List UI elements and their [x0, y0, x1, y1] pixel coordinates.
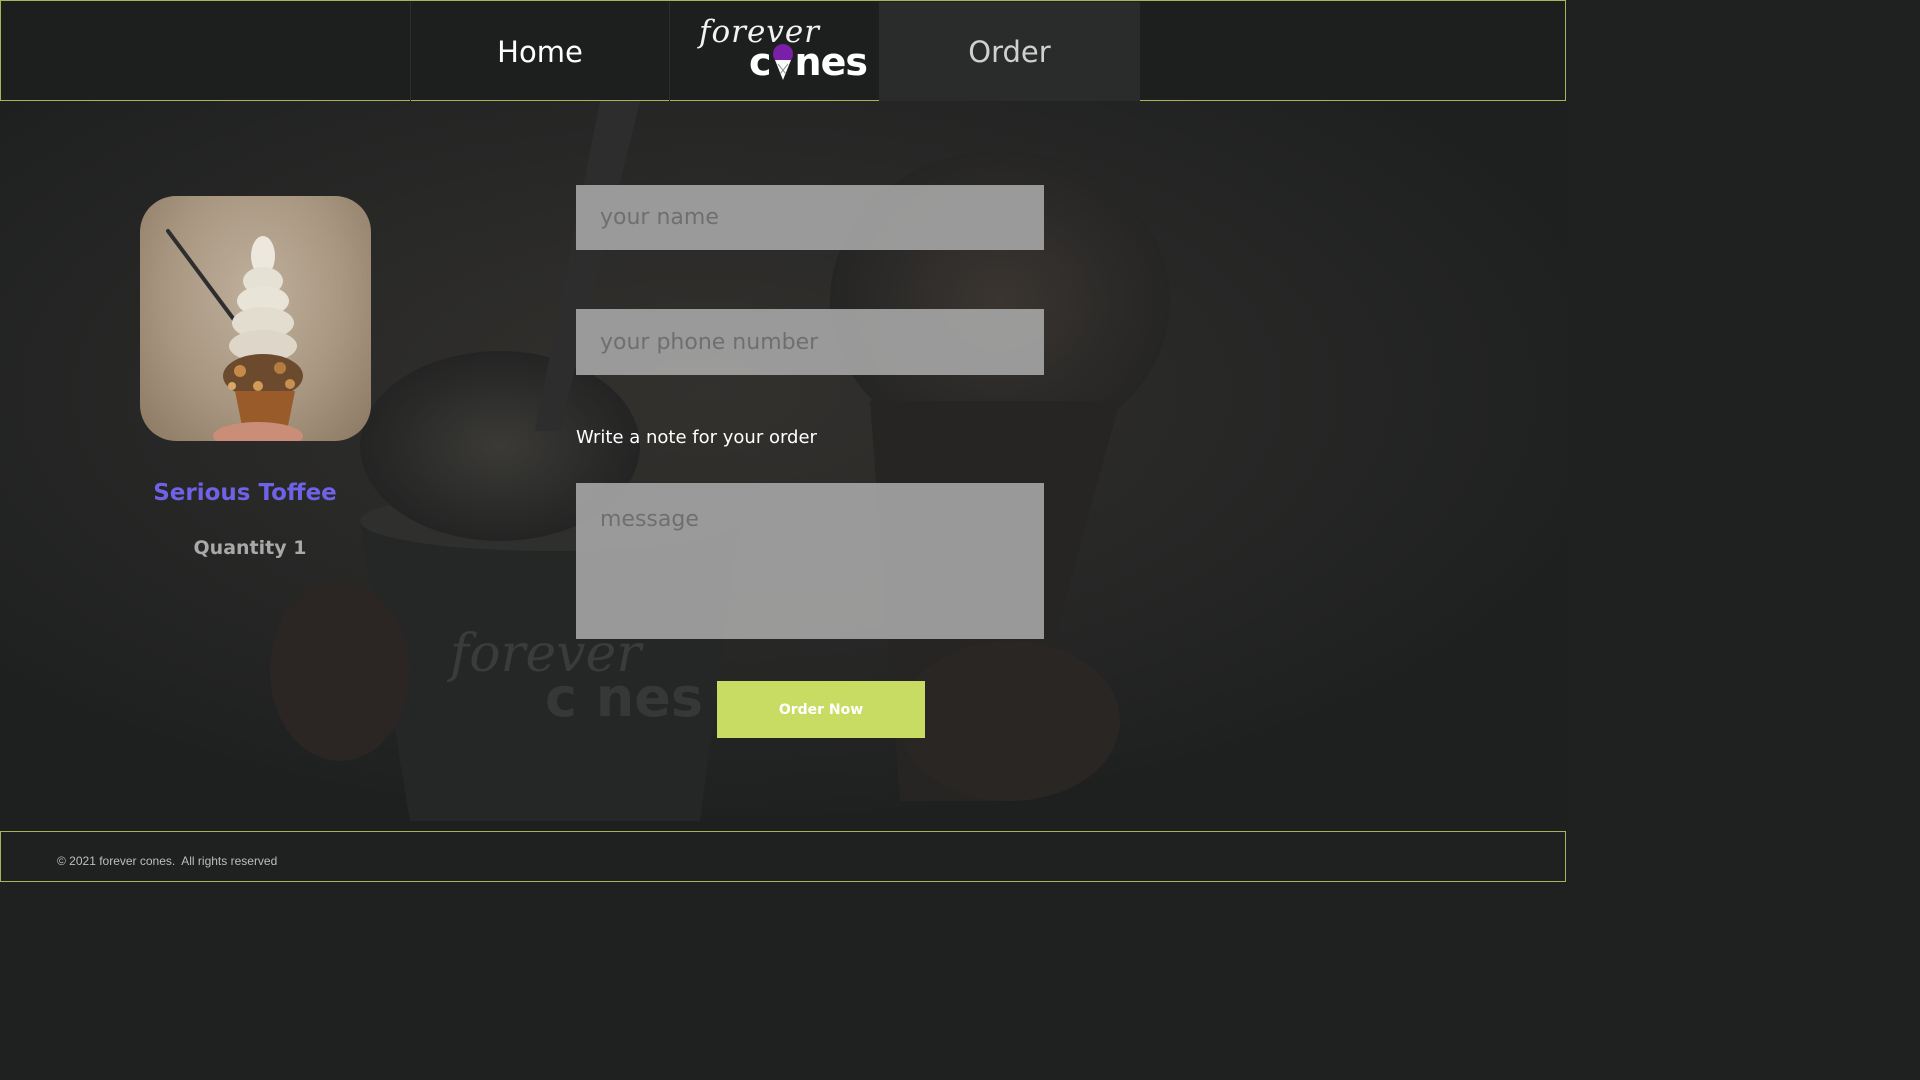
nav-order-link[interactable]: Order [879, 2, 1140, 101]
site-header: Home forever c nes Order [0, 0, 1566, 101]
logo-nes-letters: nes [794, 40, 868, 84]
ice-cream-cone-icon [772, 44, 793, 80]
phone-input[interactable] [576, 309, 1044, 375]
product-name: Serious Toffee [153, 480, 337, 506]
product-photo [140, 196, 371, 441]
order-now-button[interactable]: Order Now [717, 681, 925, 738]
nav-home-link[interactable]: Home [410, 2, 670, 101]
site-footer: © 2021 forever cones. All rights reserve… [0, 831, 1566, 882]
order-section: forever c nes Serious Toffee Quantity 1 … [0, 101, 1568, 831]
forever-cones-logo[interactable]: forever c nes [671, 2, 879, 101]
message-textarea[interactable] [576, 483, 1044, 639]
order-note-label: Write a note for your order [576, 427, 817, 448]
soft-serve-cone-image [166, 229, 303, 441]
name-input[interactable] [576, 185, 1044, 250]
logo-cones-text: c nes [749, 40, 868, 84]
logo-c-letter: c [749, 40, 772, 84]
product-quantity: Quantity 1 [193, 537, 307, 559]
copyright-text: © 2021 forever cones. All rights reserve… [57, 854, 278, 868]
svg-text:c nes: c nes [545, 666, 703, 729]
